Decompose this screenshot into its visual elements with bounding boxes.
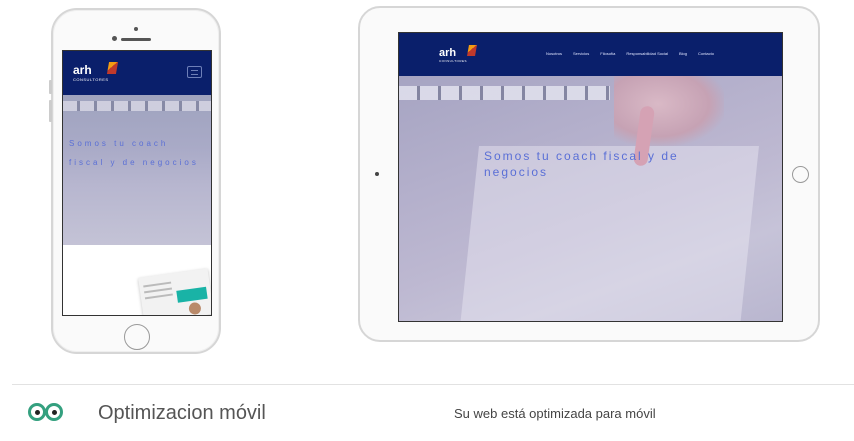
tablet-mockup: arh CONSULTORES Nosotros Servicios Filos… xyxy=(358,6,820,342)
mobile-logo-text: arh xyxy=(73,63,92,77)
feature-title: Optimizacion móvil xyxy=(98,402,266,424)
tablet-nav-menu: Nosotros Servicios Filosofía Responsabil… xyxy=(546,51,714,56)
nav-item-servicios[interactable]: Servicios xyxy=(573,51,589,56)
feature-description: Su web está optimizada para móvil xyxy=(454,406,656,421)
laptop-keyboard-image xyxy=(399,86,610,100)
phone-sensor xyxy=(112,36,117,41)
mobile-hero: Somos tu coach fiscal y de negocios xyxy=(63,95,211,245)
tablet-home-button xyxy=(792,166,809,183)
tablet-hero: Somos tu coach fiscal y de negocios xyxy=(399,76,782,321)
mobile-logo-subtext: CONSULTORES xyxy=(73,77,109,82)
section-divider xyxy=(12,384,854,385)
mobile-logo[interactable]: arh CONSULTORES xyxy=(73,63,109,82)
tablet-hero-line-2: negocios xyxy=(484,165,549,179)
laptop-keyboard-image xyxy=(63,101,211,111)
phone-home-button xyxy=(124,324,150,350)
tripadvisor-owl-icon xyxy=(28,403,68,421)
tablet-navbar: arh CONSULTORES Nosotros Servicios Filos… xyxy=(399,33,782,76)
tablet-hero-line-1: Somos tu coach fiscal y de xyxy=(484,149,679,163)
tablet-camera xyxy=(375,172,379,176)
phone-volume-button xyxy=(49,100,52,122)
hand-image xyxy=(614,76,724,146)
tablet-screen: arh CONSULTORES Nosotros Servicios Filos… xyxy=(398,32,783,322)
mobile-hero-line-2: fiscal y de negocios xyxy=(69,158,199,167)
logo-flag-icon xyxy=(106,62,119,74)
tablet-logo[interactable]: arh CONSULTORES xyxy=(439,47,467,63)
nav-item-nosotros[interactable]: Nosotros xyxy=(546,51,562,56)
mobile-navbar: arh CONSULTORES xyxy=(63,51,211,95)
phone-speaker xyxy=(121,38,151,41)
nav-item-contacto[interactable]: Contacto xyxy=(698,51,714,56)
brochure-image xyxy=(138,268,211,315)
mobile-hero-line-1: Somos tu coach xyxy=(69,139,169,148)
tablet-logo-subtext: CONSULTORES xyxy=(439,59,468,63)
nav-item-responsabilidad-social[interactable]: Responsabilidad Social xyxy=(626,51,668,56)
phone-mockup: arh CONSULTORES Somos tu coach fiscal y … xyxy=(49,8,221,354)
hamburger-menu-icon[interactable] xyxy=(187,66,202,78)
tablet-logo-text: arh xyxy=(439,47,457,59)
logo-flag-icon xyxy=(467,45,477,56)
phone-volume-button xyxy=(49,80,52,94)
nav-item-blog[interactable]: Blog xyxy=(679,51,687,56)
phone-screen: arh CONSULTORES Somos tu coach fiscal y … xyxy=(62,50,212,316)
phone-camera xyxy=(134,27,138,31)
nav-item-filosofia[interactable]: Filosofía xyxy=(600,51,615,56)
